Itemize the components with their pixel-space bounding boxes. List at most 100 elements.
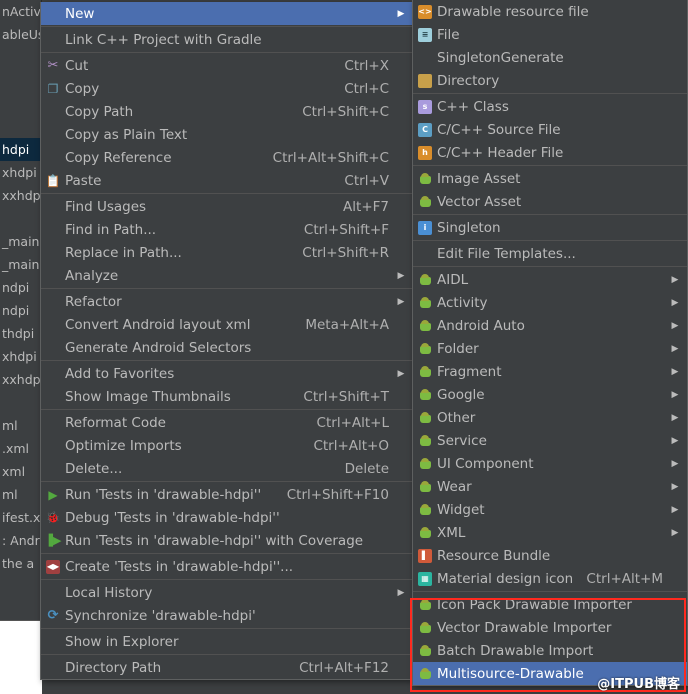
menu-item-copy-reference[interactable]: Copy Reference Ctrl+Alt+Shift+C (41, 146, 413, 169)
project-tree-panel[interactable]: nActivi ableUs hdpi xhdpi xxhdp _main _main ndp… (0, 0, 42, 620)
menu-item-activity[interactable]: Activity ▶ (413, 291, 687, 314)
menu-item-generate-android-selectors[interactable]: Generate Android Selectors (41, 336, 413, 359)
menu-item-google[interactable]: Google ▶ (413, 383, 687, 406)
menu-item-find-in-path[interactable]: Find in Path... Ctrl+Shift+F (41, 218, 413, 241)
menu-item-fragment[interactable]: Fragment ▶ (413, 360, 687, 383)
menu-item-android-auto[interactable]: Android Auto ▶ (413, 314, 687, 337)
menu-item-label: Find in Path... (65, 221, 157, 238)
tree-item[interactable]: the a (0, 552, 41, 575)
tree-item[interactable]: xhdpi (0, 345, 41, 368)
menu-item-label: SingletonGenerate (437, 49, 564, 66)
tree-item[interactable]: .xml (0, 437, 41, 460)
menu-item-analyze[interactable]: Analyze ▶ (41, 264, 413, 287)
menu-item-directory-path[interactable]: Directory Path Ctrl+Alt+F12 (41, 656, 413, 679)
menu-item-cut[interactable]: ✂ Cut Ctrl+X (41, 54, 413, 77)
menu-item-batch-drawable-import[interactable]: Batch Drawable Import (413, 639, 687, 662)
menu-item-widget[interactable]: Widget ▶ (413, 498, 687, 521)
new-submenu[interactable]: <> Drawable resource file ≡ File SingletonGe… (412, 0, 688, 686)
menu-separator (41, 52, 413, 53)
menu-item-xml[interactable]: XML ▶ (413, 521, 687, 544)
no-icon (41, 634, 65, 650)
menu-item-label: Replace in Path... (65, 244, 182, 261)
menu-item-convert-android-layout-xml[interactable]: Convert Android layout xml Meta+Alt+A (41, 313, 413, 336)
tree-item[interactable]: ndpi (0, 299, 41, 322)
menu-item-create-tests-in-drawable-hdpi[interactable]: ◀▶ Create 'Tests in 'drawable-hdpi''... (41, 555, 413, 578)
menu-item-show-image-thumbnails[interactable]: Show Image Thumbnails Ctrl+Shift+T (41, 385, 413, 408)
menu-item-material-design-icon[interactable]: ▦ Material design icon Ctrl+Alt+M (413, 567, 687, 590)
menu-item-c-c-source-file[interactable]: C C/C++ Source File (413, 118, 687, 141)
menu-item-folder[interactable]: Folder ▶ (413, 337, 687, 360)
menu-item-refactor[interactable]: Refactor ▶ (41, 290, 413, 313)
menu-item-label: Cut (65, 57, 89, 74)
android-icon-glyph (419, 434, 432, 447)
tree-item[interactable]: xxhdp (0, 184, 41, 207)
android-icon-glyph (419, 598, 432, 611)
menu-item-new[interactable]: New ▶ (41, 2, 413, 25)
menu-item-drawable-resource-file[interactable]: <> Drawable resource file (413, 0, 687, 23)
tree-item[interactable]: _main (0, 230, 41, 253)
menu-item-vector-drawable-importer[interactable]: Vector Drawable Importer (413, 616, 687, 639)
menu-item-link-c-project-with-gradle[interactable]: Link C++ Project with Gradle (41, 28, 413, 51)
menu-separator (413, 93, 687, 94)
menu-item-copy[interactable]: ❐ Copy Ctrl+C (41, 77, 413, 100)
menu-item-show-in-explorer[interactable]: Show in Explorer (41, 630, 413, 653)
android-icon (413, 479, 437, 495)
menu-item-other[interactable]: Other ▶ (413, 406, 687, 429)
menu-item-debug-tests-in-drawable-hdpi[interactable]: 🐞 Debug 'Tests in 'drawable-hdpi'' (41, 506, 413, 529)
menu-item-shortcut: Ctrl+Alt+Shift+C (272, 149, 389, 166)
menu-item-optimize-imports[interactable]: Optimize Imports Ctrl+Alt+O (41, 434, 413, 457)
menu-separator (413, 214, 687, 215)
menu-item-run-tests-in-drawable-hdpi[interactable]: ▶ Run 'Tests in 'drawable-hdpi'' Ctrl+Shif… (41, 483, 413, 506)
menu-item-vector-asset[interactable]: Vector Asset (413, 190, 687, 213)
context-menu[interactable]: New ▶ Link C++ Project with Gradle ✂ Cut Ctrl… (40, 2, 414, 680)
menu-item-directory[interactable]: Directory (413, 69, 687, 92)
menu-item-label: Batch Drawable Import (437, 642, 594, 659)
tree-item[interactable]: xml (0, 460, 41, 483)
tree-item[interactable]: hdpi (0, 138, 41, 161)
menu-item-delete[interactable]: Delete... Delete (41, 457, 413, 480)
menu-item-label: Directory (437, 72, 500, 89)
menu-item-reformat-code[interactable]: Reformat Code Ctrl+Alt+L (41, 411, 413, 434)
menu-item-singleton[interactable]: i Singleton (413, 216, 687, 239)
menu-item-synchronize-drawable-hdpi[interactable]: ⟳ Synchronize 'drawable-hdpi' (41, 604, 413, 627)
menu-item-c-class[interactable]: s C++ Class (413, 95, 687, 118)
menu-item-icon-pack-drawable-importer[interactable]: Icon Pack Drawable Importer (413, 593, 687, 616)
menu-item-paste[interactable]: 📋 Paste Ctrl+V (41, 169, 413, 192)
tree-item[interactable]: xxhdp (0, 368, 41, 391)
tree-item[interactable]: xhdpi (0, 161, 41, 184)
menu-item-service[interactable]: Service ▶ (413, 429, 687, 452)
menu-item-run-tests-in-drawable-hdpi-with-coverage[interactable]: ▐▶ Run 'Tests in 'drawable-hdpi'' with Co… (41, 529, 413, 552)
menu-item-copy-as-plain-text[interactable]: Copy as Plain Text (41, 123, 413, 146)
tree-item[interactable]: ml (0, 414, 41, 437)
tree-item[interactable]: _main (0, 253, 41, 276)
android-icon (413, 433, 437, 449)
menu-separator (41, 288, 413, 289)
tree-item[interactable]: nActivi (0, 0, 41, 23)
menu-item-find-usages[interactable]: Find Usages Alt+F7 (41, 195, 413, 218)
submenu-arrow-icon: ▶ (671, 274, 679, 285)
menu-item-label: Vector Drawable Importer (437, 619, 612, 636)
tree-item[interactable]: ableUs (0, 23, 41, 46)
menu-item-ui-component[interactable]: UI Component ▶ (413, 452, 687, 475)
tree-item[interactable]: : Andr (0, 529, 41, 552)
menu-item-wear[interactable]: Wear ▶ (413, 475, 687, 498)
menu-item-image-asset[interactable]: Image Asset (413, 167, 687, 190)
menu-item-local-history[interactable]: Local History ▶ (41, 581, 413, 604)
menu-item-singletongenerate[interactable]: SingletonGenerate (413, 46, 687, 69)
menu-item-resource-bundle[interactable]: ▌ Resource Bundle (413, 544, 687, 567)
menu-item-label: Copy Reference (65, 149, 172, 166)
menu-item-add-to-favorites[interactable]: Add to Favorites ▶ (41, 362, 413, 385)
menu-item-replace-in-path[interactable]: Replace in Path... Ctrl+Shift+R (41, 241, 413, 264)
tree-item[interactable]: thdpi (0, 322, 41, 345)
menu-item-edit-file-templates[interactable]: Edit File Templates... (413, 242, 687, 265)
menu-item-aidl[interactable]: AIDL ▶ (413, 268, 687, 291)
menu-item-c-c-header-file[interactable]: h C/C++ Header File (413, 141, 687, 164)
menu-item-file[interactable]: ≡ File (413, 23, 687, 46)
menu-item-label: Resource Bundle (437, 547, 551, 564)
menu-item-copy-path[interactable]: Copy Path Ctrl+Shift+C (41, 100, 413, 123)
submenu-arrow-icon: ▶ (397, 270, 405, 281)
tree-item[interactable]: ml (0, 483, 41, 506)
tree-item[interactable]: ifest.x (0, 506, 41, 529)
tree-item[interactable]: ndpi (0, 276, 41, 299)
menu-item-shortcut: Delete (344, 460, 389, 477)
